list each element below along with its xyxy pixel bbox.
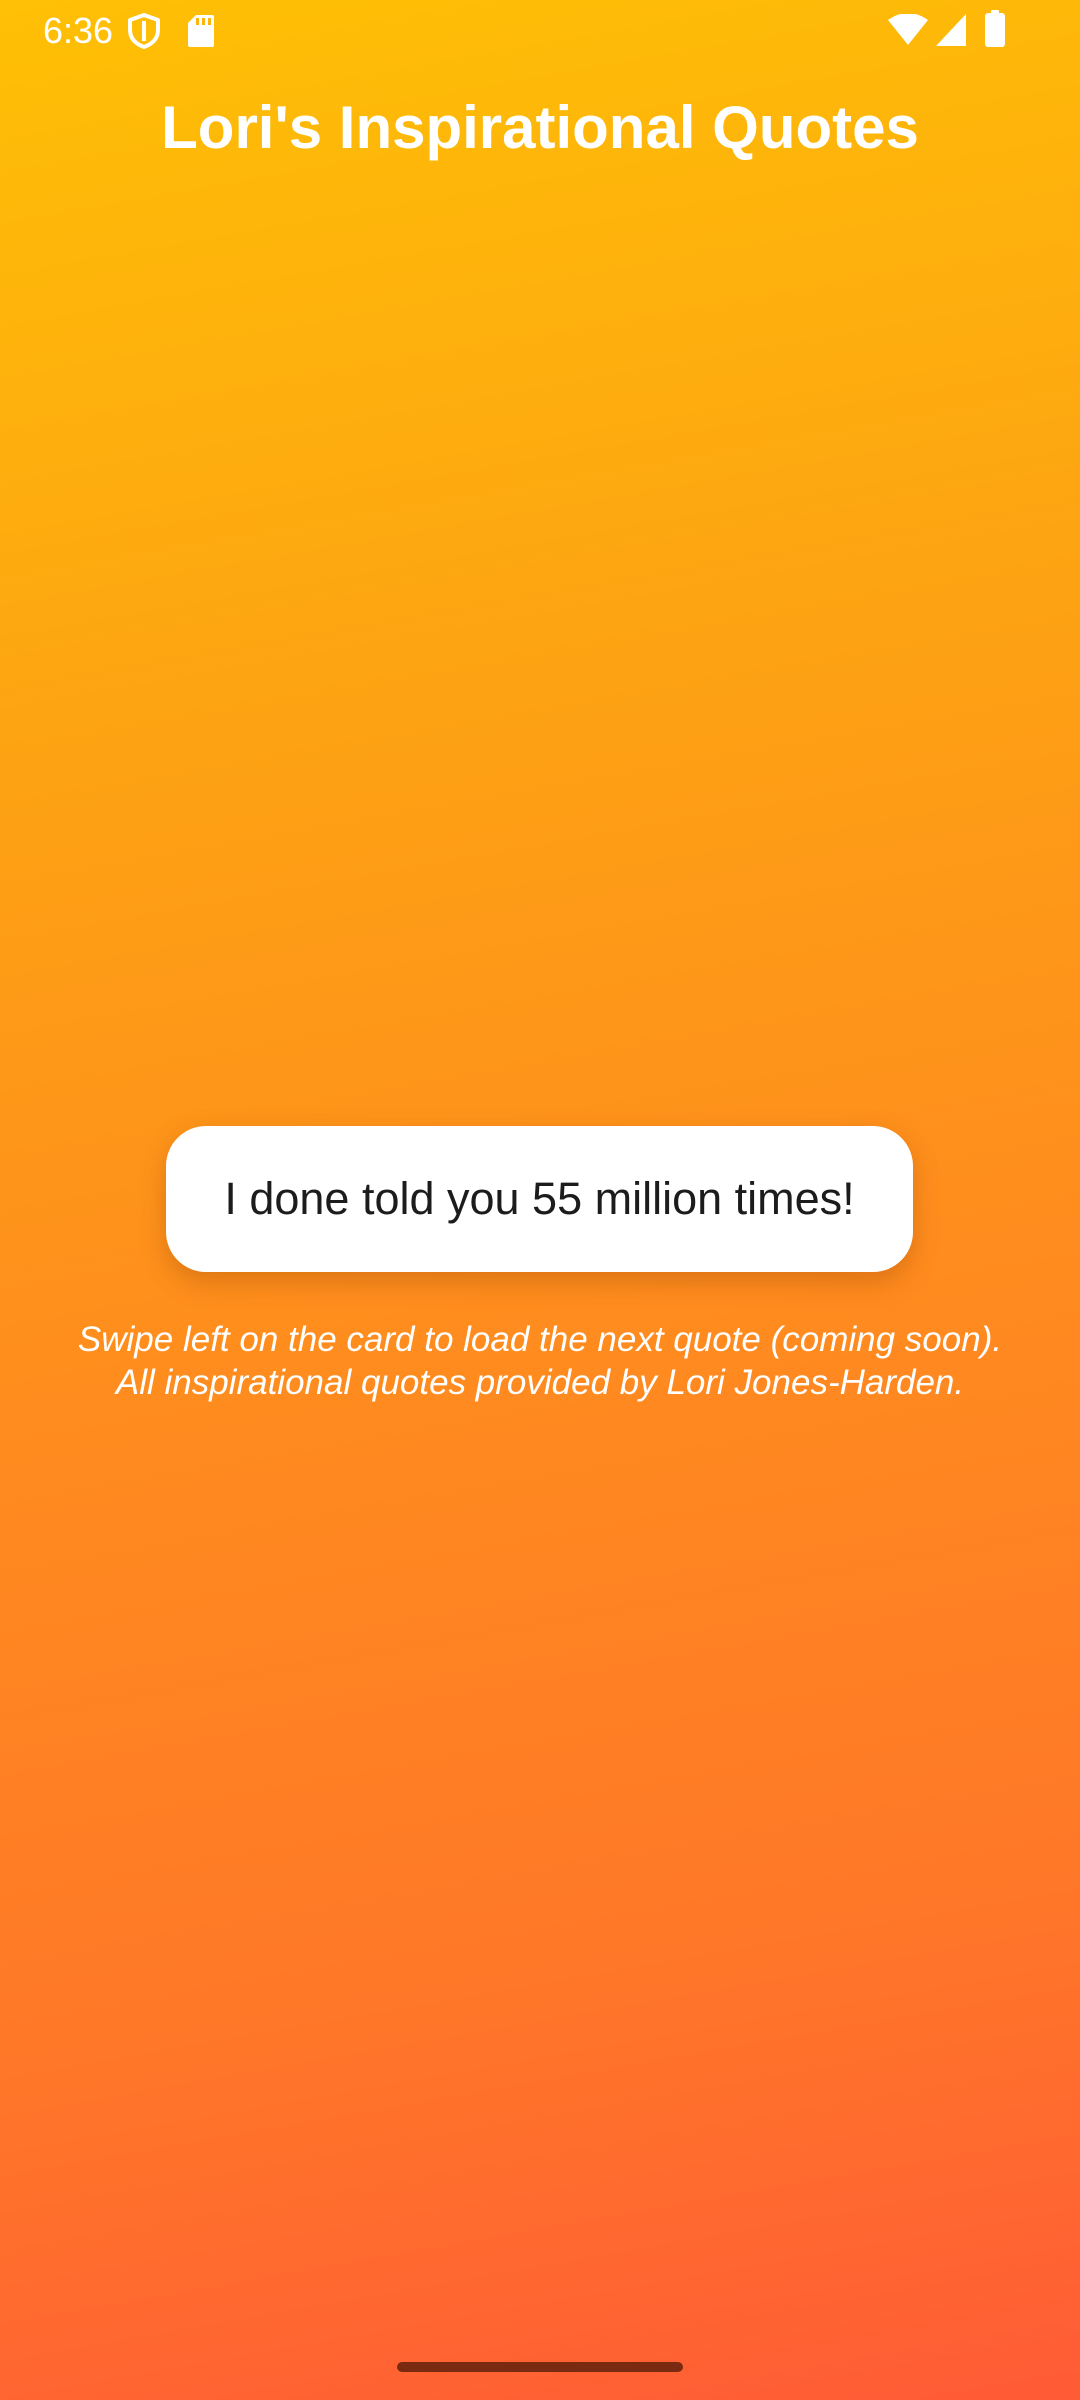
sd-card-icon (188, 15, 214, 47)
home-indicator[interactable] (397, 2362, 683, 2372)
instructions-text: Swipe left on the card to load the next … (0, 1318, 1080, 1404)
cellular-signal-icon (936, 14, 966, 46)
app-title: Lori's Inspirational Quotes (161, 94, 919, 161)
instructions-line-credit: All inspirational quotes provided by Lor… (115, 1363, 965, 1402)
status-bar: 6:36 (0, 0, 1080, 62)
quote-text: I done told you 55 million times! (224, 1173, 855, 1224)
shield-icon (128, 13, 160, 49)
battery-icon (985, 10, 1005, 47)
instructions-line-swipe: Swipe left on the card to load the next … (77, 1320, 1003, 1359)
quote-card[interactable]: I done told you 55 million times! (166, 1126, 913, 1272)
status-time: 6:36 (43, 10, 114, 51)
wifi-icon (888, 14, 928, 45)
